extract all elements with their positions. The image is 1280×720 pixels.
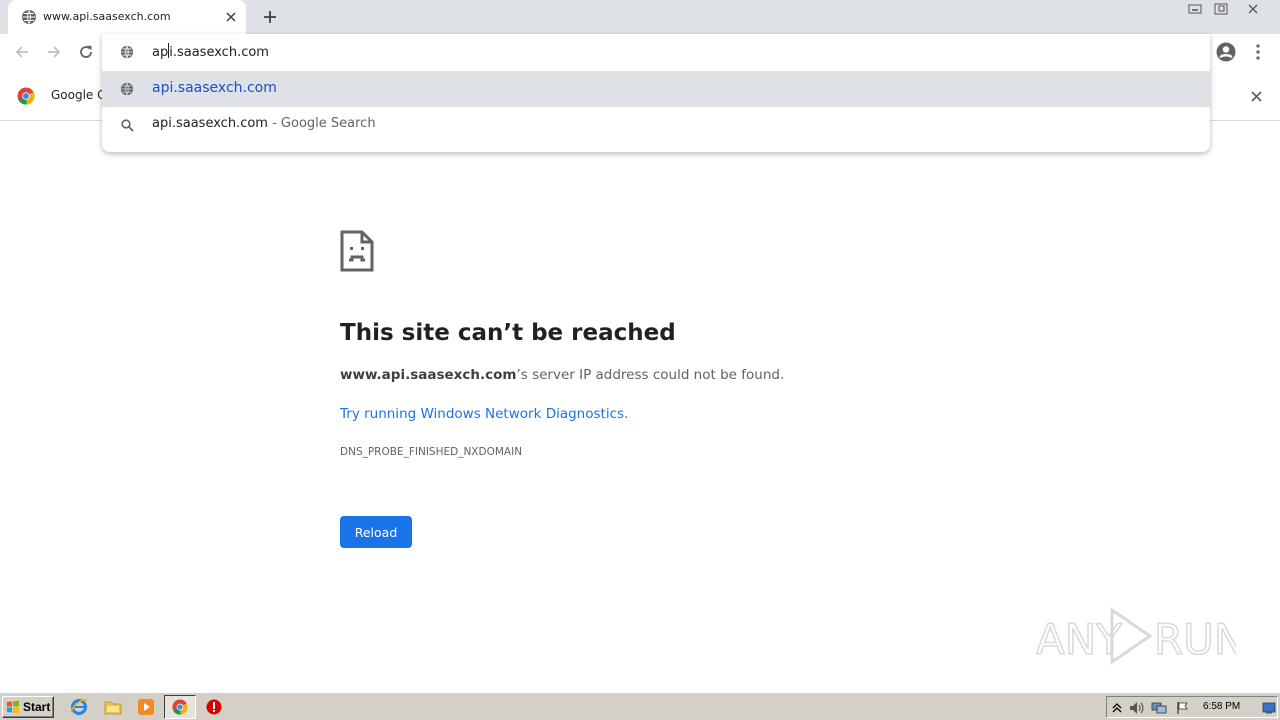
omnibox-text: api.saasexch.com — [152, 43, 269, 60]
forward-button[interactable] — [40, 38, 68, 66]
profile-avatar-icon[interactable] — [1214, 40, 1238, 64]
infobar-text: Google Cl — [51, 88, 109, 102]
globe-icon — [22, 10, 36, 24]
internet-explorer-icon[interactable] — [68, 697, 90, 717]
reload-icon[interactable] — [72, 38, 100, 66]
suggestion-text: api.saasexch.com - Google Search — [152, 116, 376, 131]
file-explorer-icon[interactable] — [102, 697, 124, 717]
globe-icon — [119, 44, 135, 60]
search-icon — [119, 117, 135, 133]
chrome-icon — [172, 699, 188, 715]
error-title: This site can’t be reached — [340, 320, 676, 346]
suggestion-suffix: - Google Search — [267, 116, 376, 131]
omnibox-suggestion-url[interactable]: api.saasexch.com — [102, 71, 1210, 107]
suggestion-text: api.saasexch.com — [152, 80, 277, 96]
clock: 6:58 PM — [1203, 701, 1241, 712]
show-hidden-icons-icon[interactable] — [1109, 700, 1125, 716]
action-center-flag-icon[interactable] — [1175, 700, 1191, 716]
error-description: www.api.saasexch.com’s server IP address… — [340, 367, 785, 383]
show-desktop-icon[interactable] — [1261, 700, 1277, 716]
tab-strip: www.api.saasexch.com — [0, 0, 1280, 34]
tab-title: www.api.saasexch.com — [43, 10, 171, 23]
watermark-text-right: RUN — [1154, 615, 1236, 664]
omnibox-dropdown: api.saasexch.com api.saasexch.com api.sa… — [102, 34, 1210, 152]
windows-flag-icon — [7, 700, 19, 714]
minimize-window-button[interactable] — [1182, 0, 1208, 18]
omnibox-suggestion-search[interactable]: api.saasexch.com - Google Search — [102, 107, 1210, 143]
volume-icon[interactable] — [1129, 700, 1145, 716]
reload-button[interactable]: Reload — [340, 516, 412, 548]
error-code: DNS_PROBE_FINISHED_NXDOMAIN — [340, 446, 523, 458]
start-label: Start — [23, 700, 51, 714]
close-window-button[interactable] — [1240, 0, 1266, 18]
close-infobar-icon[interactable] — [1247, 87, 1265, 105]
start-button[interactable]: Start — [2, 696, 54, 718]
close-tab-icon[interactable] — [222, 8, 240, 26]
chrome-taskbar-button[interactable] — [164, 695, 196, 719]
error-host: www.api.saasexch.com — [340, 367, 517, 383]
taskbar: Start 6:58 PM — [0, 692, 1280, 720]
omnibox-input[interactable]: api.saasexch.com — [102, 34, 1210, 70]
system-tray — [1106, 696, 1278, 718]
new-tab-button[interactable] — [258, 6, 282, 28]
network-diagnostics-link[interactable]: Try running Windows Network Diagnostics. — [340, 406, 628, 422]
media-player-icon[interactable] — [135, 697, 157, 717]
chrome-logo-icon — [17, 87, 35, 105]
sad-page-icon — [340, 230, 374, 272]
stop-sign-icon[interactable] — [203, 697, 225, 717]
browser-tab[interactable]: www.api.saasexch.com — [8, 0, 246, 34]
globe-icon — [119, 81, 135, 97]
back-button[interactable] — [8, 38, 36, 66]
menu-icon[interactable] — [1248, 40, 1268, 64]
anyrun-watermark: ANY RUN — [1036, 607, 1236, 665]
restore-window-button[interactable] — [1208, 0, 1234, 18]
watermark-text-left: ANY — [1036, 615, 1122, 664]
network-icon[interactable] — [1151, 700, 1167, 716]
